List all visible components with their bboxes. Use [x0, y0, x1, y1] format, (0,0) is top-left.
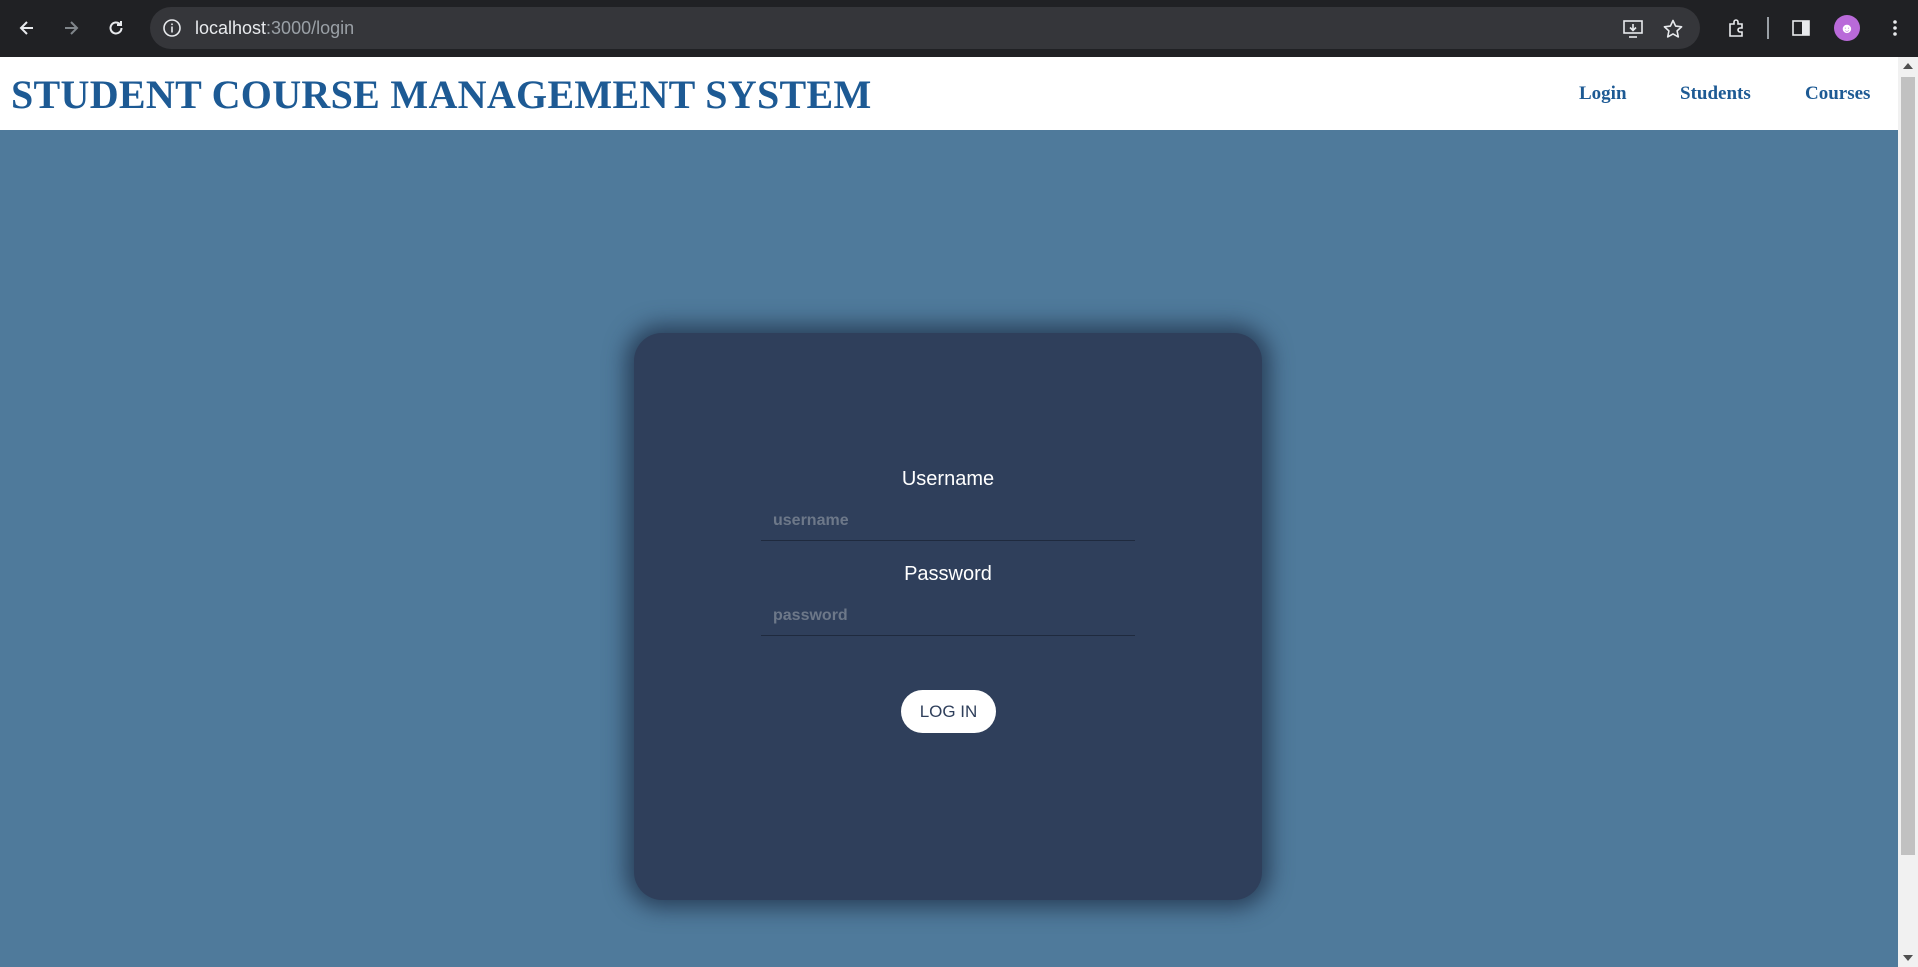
address-bar[interactable]: localhost:3000/login	[150, 7, 1700, 49]
page-scrollbar[interactable]	[1898, 57, 1918, 967]
forward-arrow-icon[interactable]	[57, 14, 85, 42]
back-arrow-icon[interactable]	[13, 14, 41, 42]
info-icon[interactable]	[162, 18, 182, 38]
browser-toolbar: localhost:3000/login ☻	[0, 0, 1918, 57]
url-text[interactable]: localhost:3000/login	[195, 18, 354, 39]
nav-link-login[interactable]: Login	[1579, 83, 1627, 105]
password-label: Password	[904, 563, 992, 585]
username-input[interactable]	[761, 501, 1135, 541]
scroll-thumb[interactable]	[1901, 77, 1915, 855]
reload-icon[interactable]	[102, 14, 130, 42]
site-header: STUDENT COURSE MANAGEMENT SYSTEM Login S…	[0, 57, 1898, 130]
site-title: STUDENT COURSE MANAGEMENT SYSTEM	[11, 72, 872, 117]
star-icon[interactable]	[1662, 18, 1684, 40]
username-label: Username	[901, 468, 995, 490]
scroll-down-arrow-icon[interactable]	[1903, 955, 1913, 961]
menu-dots-icon[interactable]	[1882, 15, 1908, 41]
nav-link-students[interactable]: Students	[1680, 83, 1751, 105]
side-panel-icon[interactable]	[1788, 15, 1814, 41]
toolbar-divider	[1767, 17, 1769, 39]
url-host: localhost	[195, 18, 267, 38]
extensions-icon[interactable]	[1724, 15, 1750, 41]
url-path: :3000/login	[266, 18, 355, 38]
password-input[interactable]	[761, 596, 1135, 636]
page-body: STUDENT COURSE MANAGEMENT SYSTEM Login S…	[0, 57, 1898, 967]
login-card: Username Password LOG IN	[634, 333, 1262, 900]
login-button[interactable]: LOG IN	[901, 690, 996, 733]
nav-link-courses[interactable]: Courses	[1805, 83, 1870, 105]
install-app-icon[interactable]	[1622, 18, 1644, 40]
scroll-up-arrow-icon[interactable]	[1903, 63, 1913, 69]
profile-avatar-icon[interactable]: ☻	[1834, 15, 1860, 41]
